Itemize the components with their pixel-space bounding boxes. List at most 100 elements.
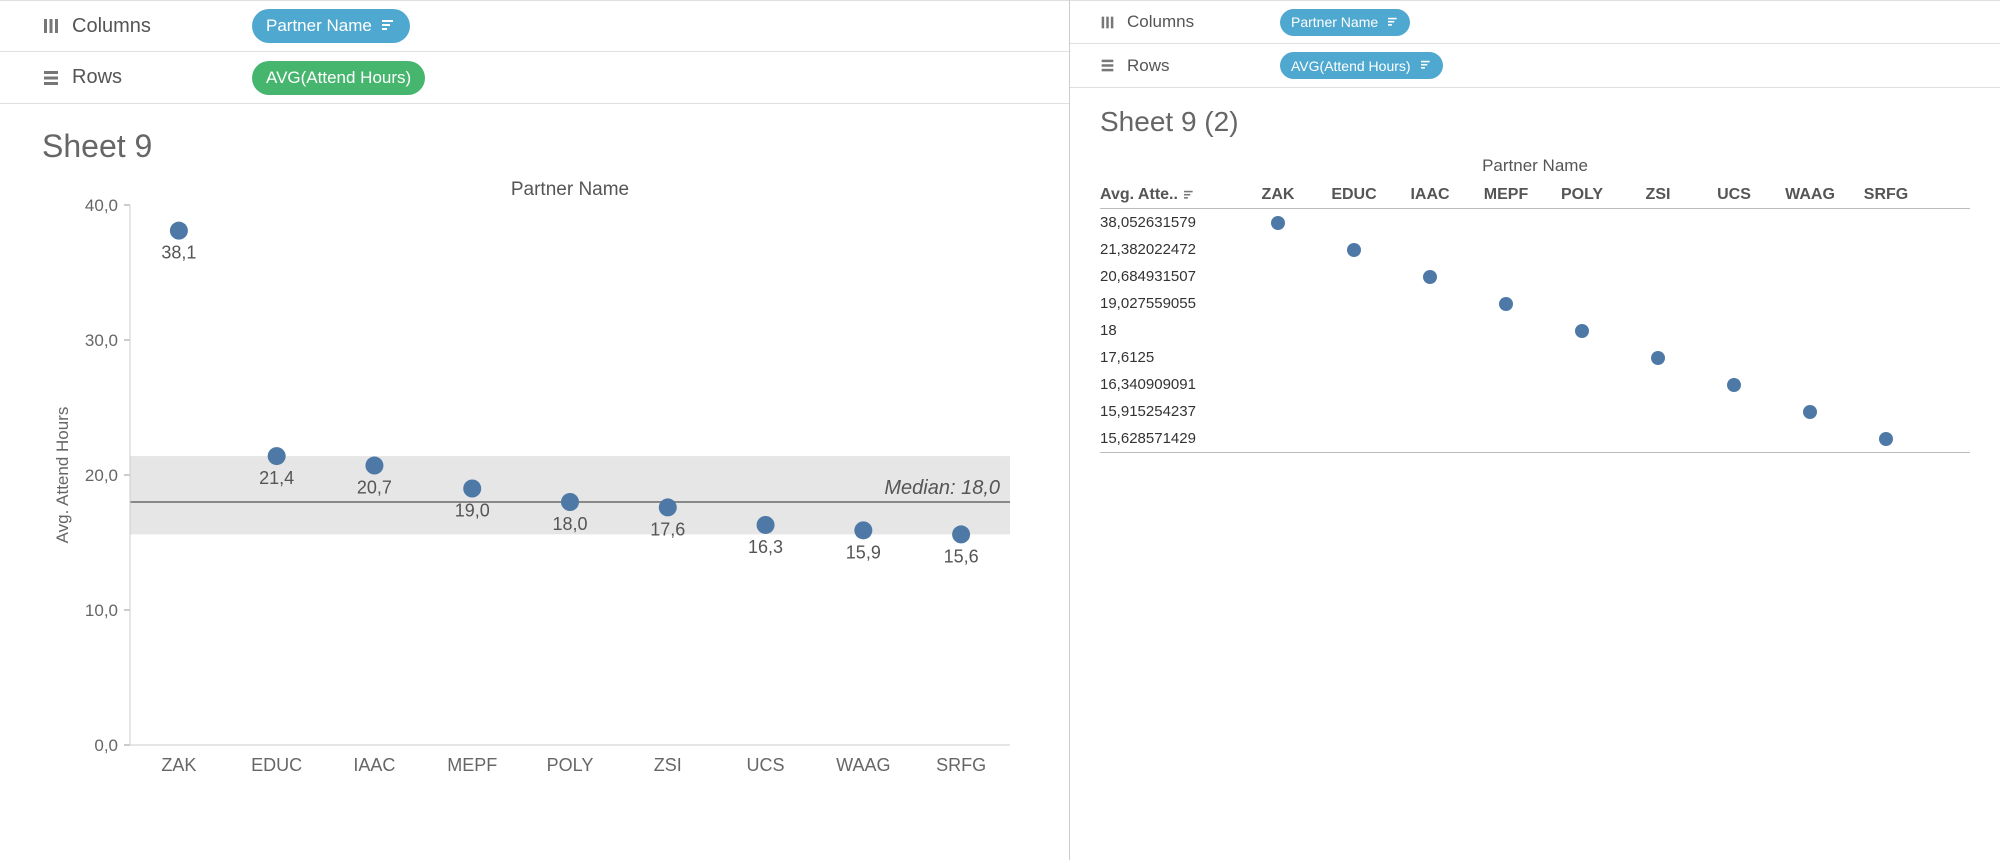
svg-text:ZSI: ZSI <box>654 755 682 775</box>
crosstab-row: 19,027559055 <box>1100 290 1970 317</box>
data-mark[interactable] <box>1499 297 1513 311</box>
crosstab-cell <box>1544 324 1620 338</box>
sort-desc-icon <box>1388 17 1399 28</box>
crosstab-row: 21,382022472 <box>1100 236 1970 263</box>
data-point[interactable] <box>659 498 677 516</box>
svg-text:18,0: 18,0 <box>552 514 587 534</box>
crosstab-col-header[interactable]: ZSI <box>1620 186 1696 204</box>
crosstab-row: 17,6125 <box>1100 344 1970 371</box>
svg-text:30,0: 30,0 <box>85 331 118 350</box>
svg-text:Avg. Attend Hours: Avg. Attend Hours <box>53 407 72 544</box>
crosstab-row: 18 <box>1100 317 1970 344</box>
crosstab-row-header: 16,340909091 <box>1100 376 1240 393</box>
rows-shelf-label: Rows <box>42 66 252 89</box>
crosstab-row-header: 19,027559055 <box>1100 295 1240 312</box>
left-panel: Columns Partner Name Rows AVG(Attend Hou… <box>0 0 1070 860</box>
svg-text:MEPF: MEPF <box>447 755 497 775</box>
crosstab-row-header: 20,684931507 <box>1100 268 1240 285</box>
crosstab-col-header[interactable]: ZAK <box>1240 186 1316 204</box>
crosstab-col-header[interactable]: IAAC <box>1392 186 1468 204</box>
crosstab-col-header[interactable]: UCS <box>1696 186 1772 204</box>
crosstab-row-header: 15,915254237 <box>1100 403 1240 420</box>
svg-text:ZAK: ZAK <box>161 755 196 775</box>
data-point[interactable] <box>365 457 383 475</box>
rows-shelf[interactable]: Rows AVG(Attend Hours) <box>0 52 1069 104</box>
svg-text:UCS: UCS <box>747 755 785 775</box>
crosstab-row-header: 21,382022472 <box>1100 241 1240 258</box>
rows-icon <box>1100 58 1115 73</box>
svg-text:10,0: 10,0 <box>85 601 118 620</box>
columns-shelf-label-right: Columns <box>1100 12 1280 32</box>
sort-desc-icon <box>382 19 396 33</box>
svg-text:WAAG: WAAG <box>836 755 890 775</box>
svg-text:POLY: POLY <box>547 755 594 775</box>
svg-text:15,6: 15,6 <box>944 546 979 566</box>
crosstab-x-title: Partner Name <box>1100 156 1970 176</box>
data-point[interactable] <box>952 525 970 543</box>
data-mark[interactable] <box>1879 432 1893 446</box>
crosstab-col-header[interactable]: EDUC <box>1316 186 1392 204</box>
crosstab-row: 20,684931507 <box>1100 263 1970 290</box>
data-point[interactable] <box>268 447 286 465</box>
rows-shelf-right[interactable]: Rows AVG(Attend Hours) <box>1070 44 2000 88</box>
crosstab-cell <box>1620 351 1696 365</box>
scatter-chart[interactable]: Median: 18,00,010,020,030,040,0Avg. Atte… <box>40 165 1040 805</box>
svg-text:20,0: 20,0 <box>85 466 118 485</box>
rows-label-text-right: Rows <box>1127 56 1170 76</box>
crosstab-col-header[interactable]: SRFG <box>1848 186 1924 204</box>
crosstab-body: 38,052631579 21,382022472 20,684931507 19,0… <box>1100 209 1970 453</box>
svg-text:EDUC: EDUC <box>251 755 302 775</box>
crosstab-rowhead-label: Avg. Atte.. <box>1100 186 1240 204</box>
rows-label-text: Rows <box>72 66 122 89</box>
columns-label-text-right: Columns <box>1127 12 1194 32</box>
svg-text:40,0: 40,0 <box>85 196 118 215</box>
crosstab-row-header: 38,052631579 <box>1100 214 1240 231</box>
data-mark[interactable] <box>1271 216 1285 230</box>
data-point[interactable] <box>170 222 188 240</box>
columns-pill-right[interactable]: Partner Name <box>1280 9 1410 36</box>
crosstab-cell <box>1316 243 1392 257</box>
data-mark[interactable] <box>1651 351 1665 365</box>
svg-text:IAAC: IAAC <box>353 755 395 775</box>
data-mark[interactable] <box>1423 270 1437 284</box>
data-point[interactable] <box>854 521 872 539</box>
svg-text:20,7: 20,7 <box>357 478 392 498</box>
data-mark[interactable] <box>1575 324 1589 338</box>
crosstab-row-header: 18 <box>1100 322 1240 339</box>
rows-icon <box>42 69 60 87</box>
data-mark[interactable] <box>1803 405 1817 419</box>
svg-text:38,1: 38,1 <box>161 243 196 263</box>
crosstab-header-row: Avg. Atte.. ZAKEDUCIAACMEPFPOLYZSIUCSWAA… <box>1100 182 1970 209</box>
columns-shelf[interactable]: Columns Partner Name <box>0 0 1069 52</box>
columns-label-text: Columns <box>72 15 151 38</box>
data-point[interactable] <box>463 480 481 498</box>
crosstab-row: 38,052631579 <box>1100 209 1970 236</box>
crosstab-cell <box>1696 378 1772 392</box>
crosstab-col-header[interactable]: MEPF <box>1468 186 1544 204</box>
crosstab-row-header: 15,628571429 <box>1100 430 1240 447</box>
rows-pill-avg-attend-hours[interactable]: AVG(Attend Hours) <box>252 61 425 95</box>
crosstab[interactable]: Partner Name Avg. Atte.. ZAKEDUCIAACMEPF… <box>1100 156 1970 453</box>
crosstab-cell <box>1848 432 1924 446</box>
sheet-title: Sheet 9 <box>42 128 1069 165</box>
columns-pill-partner-name[interactable]: Partner Name <box>252 9 410 43</box>
svg-text:19,0: 19,0 <box>455 501 490 521</box>
pill-label: Partner Name <box>266 16 372 36</box>
crosstab-row: 15,628571429 <box>1100 425 1970 452</box>
crosstab-row: 16,340909091 <box>1100 371 1970 398</box>
sort-desc-icon[interactable] <box>1184 190 1195 201</box>
data-point[interactable] <box>561 493 579 511</box>
columns-shelf-right[interactable]: Columns Partner Name <box>1070 0 2000 44</box>
rows-shelf-label-right: Rows <box>1100 56 1280 76</box>
crosstab-cell <box>1468 297 1544 311</box>
crosstab-col-header[interactable]: POLY <box>1544 186 1620 204</box>
crosstab-cell <box>1772 405 1848 419</box>
data-point[interactable] <box>757 516 775 534</box>
svg-text:16,3: 16,3 <box>748 537 783 557</box>
data-mark[interactable] <box>1347 243 1361 257</box>
crosstab-cell <box>1392 270 1468 284</box>
crosstab-col-header[interactable]: WAAG <box>1772 186 1848 204</box>
data-mark[interactable] <box>1727 378 1741 392</box>
rows-pill-right[interactable]: AVG(Attend Hours) <box>1280 52 1443 79</box>
pill-label: Partner Name <box>1291 14 1378 30</box>
